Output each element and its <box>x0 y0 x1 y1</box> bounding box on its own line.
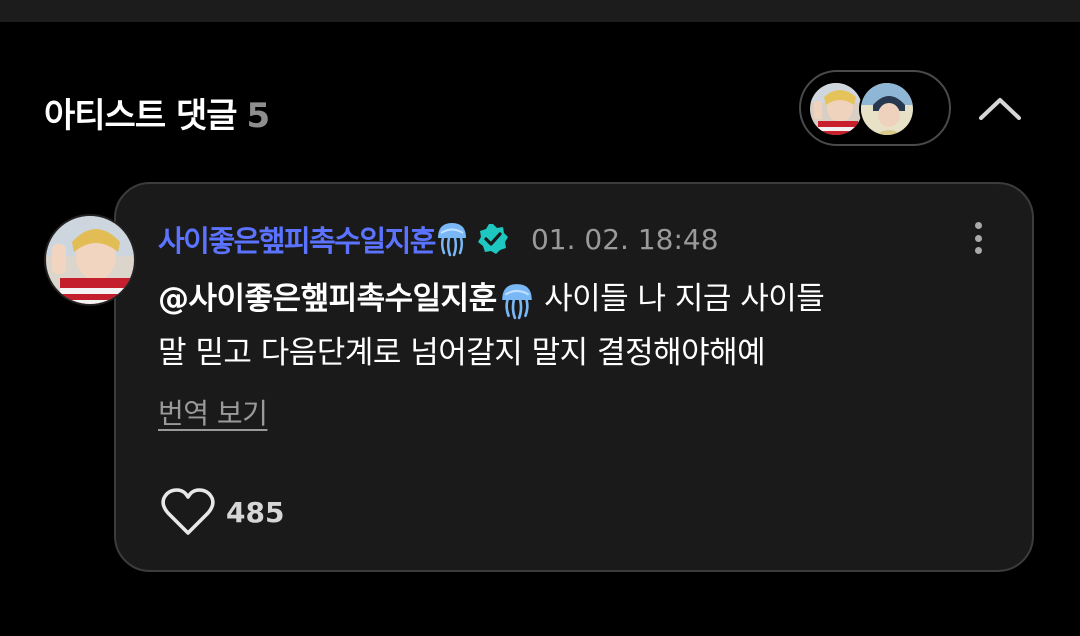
section-title-text: 아티스트 댓글 <box>44 96 238 136</box>
avatar <box>808 81 864 137</box>
chevron-up-icon <box>979 98 1021 120</box>
comment-timestamp: 01. 02. 18:48 <box>530 222 719 256</box>
author-name[interactable]: 사이좋은햎피촉수일지훈 <box>158 218 436 260</box>
avatar <box>859 81 915 137</box>
more-options-button[interactable] <box>960 218 996 258</box>
like-button[interactable]: 485 <box>160 484 284 540</box>
jellyfish-emoji <box>501 283 532 319</box>
mention-link[interactable]: @사이좋은햎피촉수일지훈 <box>158 281 497 317</box>
verified-badge-icon <box>477 223 509 255</box>
jellyfish-emoji <box>437 223 466 257</box>
comment-line: @사이좋은햎피촉수일지훈 사이들 나 지금 사이들 <box>158 272 998 326</box>
artist-avatars-pill[interactable] <box>799 70 951 146</box>
comment-text: @사이좋은햎피촉수일지훈 사이들 나 지금 사이들 말 믿고 다음단계로 넘어갈… <box>158 272 998 380</box>
section-title: 아티스트 댓글 5 <box>44 88 271 137</box>
status-strip <box>0 0 1080 22</box>
comment-meta: 사이좋은햎피촉수일지훈 01. 02. 18:48 <box>158 216 719 262</box>
artist-comments-header: 아티스트 댓글 5 <box>0 58 1080 158</box>
more-vertical-icon <box>974 222 982 229</box>
more-vertical-icon <box>974 234 982 242</box>
comment-text-line1: 사이들 나 지금 사이들 <box>534 281 825 317</box>
translate-link[interactable]: 번역 보기 <box>158 392 268 432</box>
like-count: 485 <box>226 495 285 529</box>
author-avatar[interactable] <box>44 214 136 306</box>
heart-outline-icon <box>161 488 215 535</box>
more-vertical-icon <box>974 247 982 254</box>
comment-count: 5 <box>246 96 271 136</box>
comment-text-line2: 말 믿고 다음단계로 넘어갈지 말지 결정해야해예 <box>158 335 766 371</box>
collapse-button[interactable] <box>970 80 1030 136</box>
